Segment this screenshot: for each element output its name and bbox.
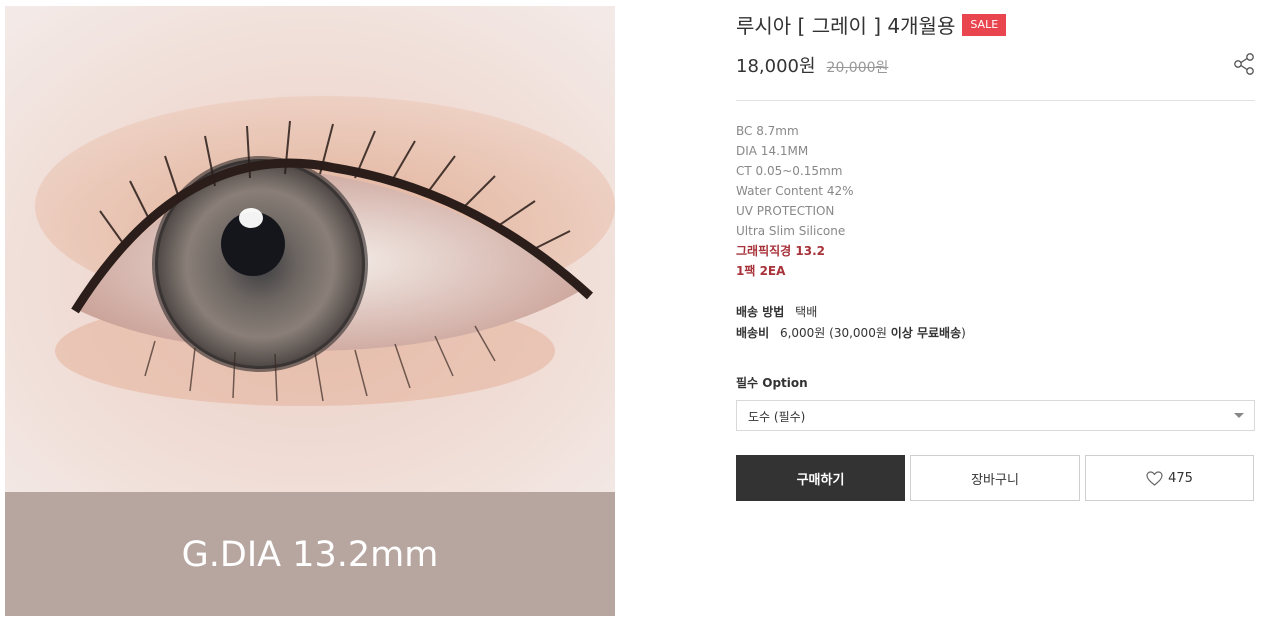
like-count: 475: [1168, 470, 1193, 486]
cart-button-label: 장바구니: [971, 472, 1019, 488]
spec-material: Ultra Slim Silicone: [736, 224, 846, 238]
spec-bc: BC 8.7mm: [736, 124, 799, 138]
product-title: 루시아 [ 그레이 ] 4개월용: [736, 14, 956, 38]
shipping-method-row: 배송 방법 택배: [736, 302, 966, 323]
sale-badge: SALE: [962, 13, 1007, 36]
option-select[interactable]: 도수 (필수): [736, 400, 1255, 431]
like-button[interactable]: 475: [1085, 455, 1254, 501]
shipping-fee-label: 배송비: [736, 326, 770, 340]
spec-water-content: Water Content 42%: [736, 184, 854, 198]
sale-price: 18,000원: [736, 56, 816, 77]
buy-button-label: 구매하기: [796, 472, 845, 488]
share-icon[interactable]: [1233, 52, 1255, 76]
spec-pack-count: 1팩 2EA: [736, 264, 786, 278]
spec-uv: UV PROTECTION: [736, 204, 835, 218]
caption-band: G.DIA 13.2mm: [5, 492, 615, 616]
spec-dia: DIA 14.1MM: [736, 144, 809, 158]
shipping-method-value: 택배: [795, 305, 818, 319]
divider: [736, 100, 1255, 101]
shipping-fee-row: 배송비 6,000원 (30,000원 이상 무료배송): [736, 323, 966, 344]
chevron-down-icon: [1234, 413, 1244, 418]
spec-list: BC 8.7mm DIA 14.1MM CT 0.05~0.15mm Water…: [736, 121, 854, 281]
option-label: 필수 Option: [736, 376, 808, 390]
spec-ct: CT 0.05~0.15mm: [736, 164, 843, 178]
eye-photo: [5, 6, 615, 496]
shipping-info: 배송 방법 택배 배송비 6,000원 (30,000원 이상 무료배송): [736, 302, 966, 344]
heart-icon: [1146, 470, 1163, 486]
shipping-free-condition: 이상 무료배송: [890, 326, 962, 340]
buy-button[interactable]: 구매하기: [736, 455, 905, 501]
option-selected-value: 도수 (필수): [748, 410, 806, 424]
product-image: G.DIA 13.2mm: [5, 6, 615, 616]
original-price: 20,000원: [826, 60, 889, 76]
title-row: 루시아 [ 그레이 ] 4개월용 SALE: [736, 10, 1007, 39]
add-to-cart-button[interactable]: 장바구니: [910, 455, 1080, 501]
spec-graphic-diameter: 그래픽직경 13.2: [736, 244, 825, 258]
gdia-caption: G.DIA 13.2mm: [181, 535, 439, 575]
shipping-method-label: 배송 방법: [736, 305, 785, 319]
shipping-fee-close: ): [961, 326, 966, 340]
price-row: 18,000원 20,000원: [736, 52, 888, 78]
action-buttons: 구매하기 장바구니 475: [736, 455, 1255, 501]
shipping-fee-value: 6,000원 (30,000원: [779, 326, 887, 340]
